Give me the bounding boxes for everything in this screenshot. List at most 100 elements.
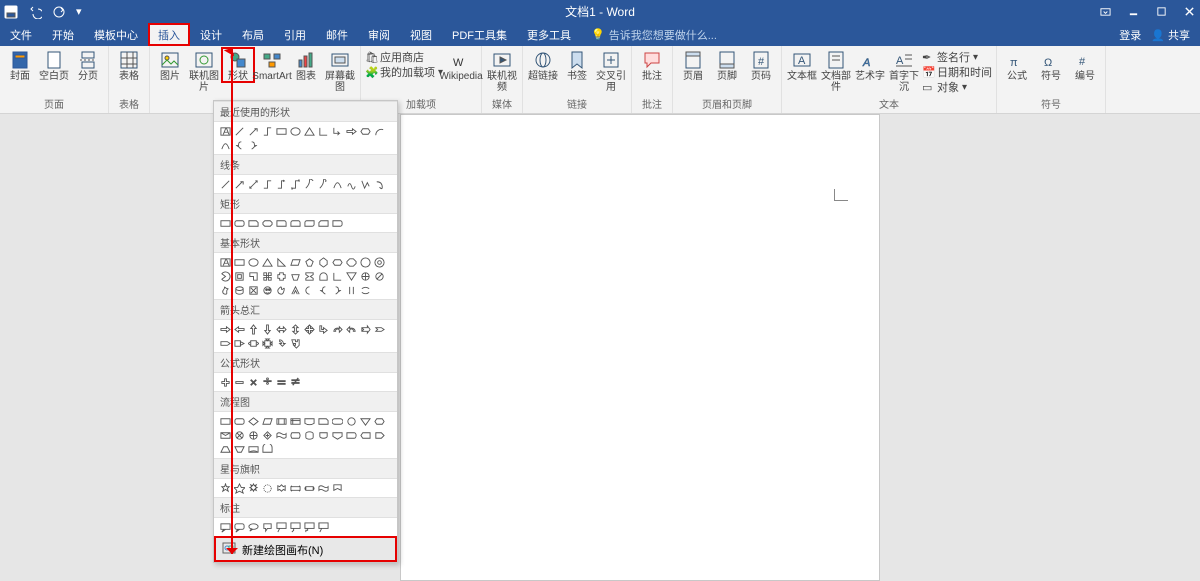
basic-shape[interactable] [232, 255, 246, 269]
arrow-shape[interactable] [344, 322, 358, 336]
screenshot-button[interactable]: 屏幕截图 [324, 48, 356, 93]
close-icon[interactable] [1182, 5, 1196, 19]
online-video-button[interactable]: 联机视频 [486, 48, 518, 93]
eq-shape[interactable] [274, 375, 288, 389]
basic-shape[interactable] [372, 269, 386, 283]
basic-shape[interactable] [372, 255, 386, 269]
arrow-shape[interactable] [274, 322, 288, 336]
basic-shape[interactable] [288, 283, 302, 297]
fc-shape[interactable] [330, 428, 344, 442]
rect-shape[interactable] [330, 216, 344, 230]
basic-shape[interactable] [316, 269, 330, 283]
shapes-button[interactable]: 形状 [222, 48, 254, 82]
eq-shape[interactable] [260, 375, 274, 389]
chart-button[interactable]: 图表 [290, 48, 322, 82]
star-shape[interactable] [218, 481, 232, 495]
star-shape[interactable] [302, 481, 316, 495]
arrow-shape[interactable] [302, 322, 316, 336]
tell-me-search[interactable]: 💡 告诉我您想要做什么... [591, 23, 717, 46]
rect-shape[interactable] [316, 216, 330, 230]
basic-shape[interactable] [288, 255, 302, 269]
arrow-shape[interactable] [246, 322, 260, 336]
qat-more[interactable]: ▾ [76, 5, 82, 18]
arrow-shape[interactable] [288, 336, 302, 350]
tab-design[interactable]: 设计 [190, 23, 232, 46]
arrow-shape[interactable] [218, 336, 232, 350]
tab-file[interactable]: 文件 [0, 23, 42, 46]
document-parts-button[interactable]: 文档部件 [820, 48, 852, 93]
star-shape[interactable] [288, 481, 302, 495]
basic-shape[interactable] [260, 283, 274, 297]
tab-more[interactable]: 更多工具 [517, 23, 581, 46]
fc-shape[interactable] [288, 428, 302, 442]
line-shape[interactable] [274, 177, 288, 191]
star-shape[interactable] [232, 481, 246, 495]
fc-shape[interactable] [316, 414, 330, 428]
basic-shape[interactable] [302, 283, 316, 297]
shape-rect[interactable] [274, 124, 288, 138]
basic-shape[interactable] [330, 255, 344, 269]
fc-shape[interactable] [260, 428, 274, 442]
page-break-button[interactable]: 分页 [72, 48, 104, 82]
line-shape[interactable] [316, 177, 330, 191]
fc-shape[interactable] [218, 428, 232, 442]
basic-shape[interactable] [344, 269, 358, 283]
comment-button[interactable]: 批注 [636, 48, 668, 82]
arrow-shape[interactable] [372, 322, 386, 336]
fc-shape[interactable] [372, 414, 386, 428]
symbol-button[interactable]: Ω符号 [1035, 48, 1067, 82]
basic-shape[interactable] [260, 269, 274, 283]
rect-shape[interactable] [274, 216, 288, 230]
date-time-button[interactable]: 📅日期和时间 [922, 65, 992, 79]
fc-shape[interactable] [218, 414, 232, 428]
document-page[interactable] [400, 114, 880, 581]
arrow-shape[interactable] [246, 336, 260, 350]
my-addins-button[interactable]: 🧩我的加载项 ▾ [365, 65, 443, 79]
rect-shape[interactable] [246, 216, 260, 230]
tab-home[interactable]: 开始 [42, 23, 84, 46]
arrow-shape[interactable] [232, 322, 246, 336]
header-button[interactable]: 页眉 [677, 48, 709, 82]
basic-shape[interactable] [288, 269, 302, 283]
shape-textbox[interactable]: A [218, 124, 232, 138]
shape-brace-l[interactable] [232, 138, 246, 152]
blank-page-button[interactable]: 空白页 [38, 48, 70, 82]
fc-shape[interactable] [302, 428, 316, 442]
minimize-icon[interactable] [1126, 5, 1140, 19]
tab-mail[interactable]: 邮件 [316, 23, 358, 46]
fc-shape[interactable] [260, 442, 274, 456]
shape-line[interactable] [232, 124, 246, 138]
fc-shape[interactable] [232, 442, 246, 456]
callout-shape[interactable] [246, 520, 260, 534]
fc-shape[interactable] [246, 414, 260, 428]
wordart-button[interactable]: A艺术字 [854, 48, 886, 82]
fc-shape[interactable] [246, 428, 260, 442]
star-shape[interactable] [260, 481, 274, 495]
save-icon[interactable] [4, 5, 18, 19]
line-shape[interactable] [302, 177, 316, 191]
callout-shape[interactable] [274, 520, 288, 534]
line-shape[interactable] [372, 177, 386, 191]
arrow-shape[interactable] [260, 322, 274, 336]
line-shape[interactable] [246, 177, 260, 191]
shape-arc[interactable] [372, 124, 386, 138]
basic-shape[interactable] [232, 269, 246, 283]
basic-shape[interactable] [232, 283, 246, 297]
rect-shape[interactable] [288, 216, 302, 230]
equation-button[interactable]: π公式 [1001, 48, 1033, 82]
fc-shape[interactable] [316, 428, 330, 442]
crossref-button[interactable]: 交叉引用 [595, 48, 627, 93]
basic-shape[interactable] [274, 269, 288, 283]
line-shape[interactable] [344, 177, 358, 191]
signature-line-button[interactable]: ✒签名行 ▾ [922, 50, 992, 64]
rect-shape[interactable] [260, 216, 274, 230]
fc-shape[interactable] [344, 428, 358, 442]
picture-button[interactable]: 图片 [154, 48, 186, 82]
textbox-button[interactable]: A文本框 [786, 48, 818, 82]
line-shape[interactable] [288, 177, 302, 191]
star-shape[interactable] [330, 481, 344, 495]
star-shape[interactable] [316, 481, 330, 495]
arrow-shape[interactable] [316, 322, 330, 336]
basic-shape[interactable] [302, 269, 316, 283]
eq-shape[interactable] [246, 375, 260, 389]
